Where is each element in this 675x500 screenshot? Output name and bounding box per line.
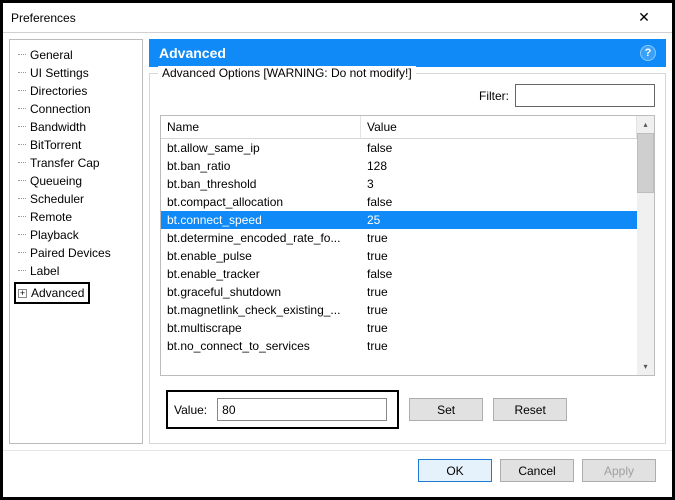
option-name: bt.connect_speed — [161, 212, 361, 228]
sidebar-item[interactable]: Queueing — [14, 172, 138, 190]
sidebar-item[interactable]: Directories — [14, 82, 138, 100]
table-row[interactable]: bt.enable_trackerfalse — [161, 265, 637, 283]
cancel-button[interactable]: Cancel — [500, 459, 574, 482]
table-row[interactable]: bt.enable_pulsetrue — [161, 247, 637, 265]
scroll-up-icon[interactable]: ▴ — [637, 116, 654, 133]
option-value: false — [361, 140, 637, 156]
col-header-name[interactable]: Name — [161, 116, 361, 138]
value-input[interactable] — [217, 398, 387, 421]
dialog-body: GeneralUI SettingsDirectoriesConnectionB… — [3, 33, 672, 450]
sidebar-item[interactable]: Connection — [14, 100, 138, 118]
option-value: 3 — [361, 176, 637, 192]
vertical-scrollbar[interactable]: ▴ ▾ — [637, 116, 654, 375]
sidebar-item[interactable]: BitTorrent — [14, 136, 138, 154]
main-panel: Advanced ? Advanced Options [WARNING: Do… — [149, 39, 666, 444]
value-edit-row: Value: Set Reset — [160, 384, 655, 435]
sidebar-item-advanced[interactable]: + Advanced — [14, 282, 90, 304]
options-table: Name Value bt.allow_same_ipfalsebt.ban_r… — [160, 115, 655, 376]
table-row[interactable]: bt.ban_threshold3 — [161, 175, 637, 193]
table-row[interactable]: bt.compact_allocationfalse — [161, 193, 637, 211]
scroll-track[interactable] — [637, 193, 654, 358]
dialog-footer: OK Cancel Apply — [3, 450, 672, 490]
filter-label: Filter: — [479, 89, 509, 103]
table-row[interactable]: bt.no_connect_to_servicestrue — [161, 337, 637, 355]
option-value: true — [361, 320, 637, 336]
scroll-thumb[interactable] — [637, 133, 654, 193]
sidebar-item[interactable]: UI Settings — [14, 64, 138, 82]
sidebar-advanced-label: Advanced — [31, 286, 84, 300]
option-name: bt.no_connect_to_services — [161, 338, 361, 354]
option-name: bt.compact_allocation — [161, 194, 361, 210]
option-name: bt.enable_tracker — [161, 266, 361, 282]
titlebar: Preferences ✕ — [3, 3, 672, 33]
sidebar-item[interactable]: Remote — [14, 208, 138, 226]
filter-input[interactable] — [515, 84, 655, 107]
sidebar-item[interactable]: Bandwidth — [14, 118, 138, 136]
sidebar-item[interactable]: Paired Devices — [14, 244, 138, 262]
reset-button[interactable]: Reset — [493, 398, 567, 421]
table-row[interactable]: bt.connect_speed25 — [161, 211, 637, 229]
value-edit-highlight: Value: — [166, 390, 399, 429]
option-value: true — [361, 230, 637, 246]
sidebar-item[interactable]: Playback — [14, 226, 138, 244]
close-button[interactable]: ✕ — [624, 4, 664, 32]
option-value: true — [361, 338, 637, 354]
option-value: true — [361, 284, 637, 300]
table-row[interactable]: bt.magnetlink_check_existing_...true — [161, 301, 637, 319]
window-title: Preferences — [11, 11, 624, 25]
option-name: bt.multiscrape — [161, 320, 361, 336]
option-value: 128 — [361, 158, 637, 174]
sidebar-item[interactable]: General — [14, 46, 138, 64]
option-name: bt.determine_encoded_rate_fo... — [161, 230, 361, 246]
sidebar-item[interactable]: Scheduler — [14, 190, 138, 208]
group-legend: Advanced Options [WARNING: Do not modify… — [158, 66, 416, 80]
table-row[interactable]: bt.ban_ratio128 — [161, 157, 637, 175]
panel-title: Advanced — [159, 45, 226, 61]
option-name: bt.graceful_shutdown — [161, 284, 361, 300]
table-row[interactable]: bt.allow_same_ipfalse — [161, 139, 637, 157]
sidebar-item[interactable]: Transfer Cap — [14, 154, 138, 172]
help-icon[interactable]: ? — [640, 45, 656, 61]
table-row[interactable]: bt.determine_encoded_rate_fo...true — [161, 229, 637, 247]
expand-icon[interactable]: + — [18, 289, 27, 298]
scroll-down-icon[interactable]: ▾ — [637, 358, 654, 375]
option-name: bt.magnetlink_check_existing_... — [161, 302, 361, 318]
col-header-value[interactable]: Value — [361, 116, 637, 138]
sidebar-item[interactable]: Label — [14, 262, 138, 280]
table-row[interactable]: bt.multiscrapetrue — [161, 319, 637, 337]
option-name: bt.ban_threshold — [161, 176, 361, 192]
option-value: true — [361, 302, 637, 318]
option-value: 25 — [361, 212, 637, 228]
table-row[interactable]: bt.graceful_shutdowntrue — [161, 283, 637, 301]
apply-button[interactable]: Apply — [582, 459, 656, 482]
ok-button[interactable]: OK — [418, 459, 492, 482]
value-label: Value: — [174, 403, 207, 417]
option-name: bt.enable_pulse — [161, 248, 361, 264]
option-value: false — [361, 194, 637, 210]
table-header: Name Value — [161, 116, 637, 139]
set-button[interactable]: Set — [409, 398, 483, 421]
option-value: true — [361, 248, 637, 264]
option-value: false — [361, 266, 637, 282]
panel-header: Advanced ? — [149, 39, 666, 67]
filter-row: Filter: — [160, 84, 655, 107]
sidebar-tree: GeneralUI SettingsDirectoriesConnectionB… — [9, 39, 143, 444]
option-name: bt.ban_ratio — [161, 158, 361, 174]
advanced-options-group: Advanced Options [WARNING: Do not modify… — [149, 73, 666, 444]
option-name: bt.allow_same_ip — [161, 140, 361, 156]
